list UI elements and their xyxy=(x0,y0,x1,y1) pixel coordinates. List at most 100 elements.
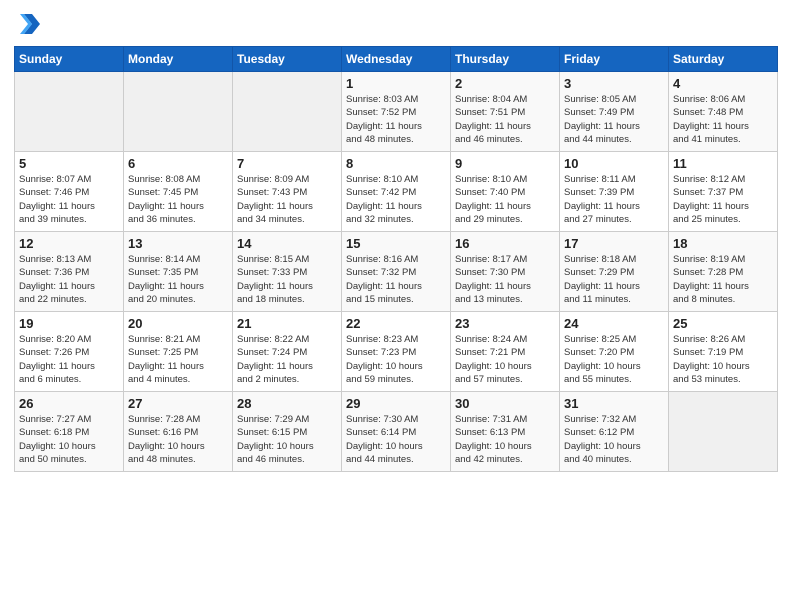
day-info: Sunrise: 7:32 AM Sunset: 6:12 PM Dayligh… xyxy=(564,413,664,466)
calendar-header-row: SundayMondayTuesdayWednesdayThursdayFrid… xyxy=(15,47,778,72)
calendar-cell: 28 Sunrise: 7:29 AM Sunset: 6:15 PM Dayli… xyxy=(233,392,342,472)
calendar-cell: 13 Sunrise: 8:14 AM Sunset: 7:35 PM Dayli… xyxy=(124,232,233,312)
logo xyxy=(14,10,46,38)
calendar-cell xyxy=(669,392,778,472)
day-info: Sunrise: 8:15 AM Sunset: 7:33 PM Dayligh… xyxy=(237,253,337,306)
day-info: Sunrise: 8:10 AM Sunset: 7:42 PM Dayligh… xyxy=(346,173,446,226)
calendar-cell: 12 Sunrise: 8:13 AM Sunset: 7:36 PM Dayli… xyxy=(15,232,124,312)
column-header-sunday: Sunday xyxy=(15,47,124,72)
calendar-cell: 3 Sunrise: 8:05 AM Sunset: 7:49 PM Daylig… xyxy=(560,72,669,152)
day-info: Sunrise: 8:06 AM Sunset: 7:48 PM Dayligh… xyxy=(673,93,773,146)
day-number: 10 xyxy=(564,156,664,171)
calendar-page: SundayMondayTuesdayWednesdayThursdayFrid… xyxy=(0,0,792,612)
calendar-cell: 18 Sunrise: 8:19 AM Sunset: 7:28 PM Dayli… xyxy=(669,232,778,312)
day-number: 20 xyxy=(128,316,228,331)
calendar-cell: 5Sunrise: 8:07 AM Sunset: 7:46 PM Daylig… xyxy=(15,152,124,232)
column-header-monday: Monday xyxy=(124,47,233,72)
day-number: 24 xyxy=(564,316,664,331)
day-info: Sunrise: 8:23 AM Sunset: 7:23 PM Dayligh… xyxy=(346,333,446,386)
calendar-cell: 22Sunrise: 8:23 AM Sunset: 7:23 PM Dayli… xyxy=(342,312,451,392)
day-info: Sunrise: 7:29 AM Sunset: 6:15 PM Dayligh… xyxy=(237,413,337,466)
day-info: Sunrise: 8:26 AM Sunset: 7:19 PM Dayligh… xyxy=(673,333,773,386)
column-header-friday: Friday xyxy=(560,47,669,72)
day-info: Sunrise: 8:24 AM Sunset: 7:21 PM Dayligh… xyxy=(455,333,555,386)
calendar-cell: 19Sunrise: 8:20 AM Sunset: 7:26 PM Dayli… xyxy=(15,312,124,392)
day-number: 9 xyxy=(455,156,555,171)
calendar-cell xyxy=(233,72,342,152)
day-number: 31 xyxy=(564,396,664,411)
calendar-cell: 20Sunrise: 8:21 AM Sunset: 7:25 PM Dayli… xyxy=(124,312,233,392)
day-info: Sunrise: 8:04 AM Sunset: 7:51 PM Dayligh… xyxy=(455,93,555,146)
day-number: 25 xyxy=(673,316,773,331)
day-number: 21 xyxy=(237,316,337,331)
day-number: 12 xyxy=(19,236,119,251)
day-info: Sunrise: 8:05 AM Sunset: 7:49 PM Dayligh… xyxy=(564,93,664,146)
day-info: Sunrise: 7:31 AM Sunset: 6:13 PM Dayligh… xyxy=(455,413,555,466)
calendar-cell: 10 Sunrise: 8:11 AM Sunset: 7:39 PM Dayli… xyxy=(560,152,669,232)
week-row-1: 1 Sunrise: 8:03 AM Sunset: 7:52 PM Daylig… xyxy=(15,72,778,152)
day-number: 11 xyxy=(673,156,773,171)
calendar-cell: 15Sunrise: 8:16 AM Sunset: 7:32 PM Dayli… xyxy=(342,232,451,312)
week-row-5: 26 Sunrise: 7:27 AM Sunset: 6:18 PM Dayli… xyxy=(15,392,778,472)
calendar-cell: 24 Sunrise: 8:25 AM Sunset: 7:20 PM Dayli… xyxy=(560,312,669,392)
day-number: 26 xyxy=(19,396,119,411)
day-number: 17 xyxy=(564,236,664,251)
day-number: 13 xyxy=(128,236,228,251)
day-number: 29 xyxy=(346,396,446,411)
day-number: 19 xyxy=(19,316,119,331)
day-info: Sunrise: 8:18 AM Sunset: 7:29 PM Dayligh… xyxy=(564,253,664,306)
day-number: 5 xyxy=(19,156,119,171)
day-info: Sunrise: 8:03 AM Sunset: 7:52 PM Dayligh… xyxy=(346,93,446,146)
calendar-cell: 21 Sunrise: 8:22 AM Sunset: 7:24 PM Dayli… xyxy=(233,312,342,392)
day-info: Sunrise: 7:30 AM Sunset: 6:14 PM Dayligh… xyxy=(346,413,446,466)
calendar-cell: 4 Sunrise: 8:06 AM Sunset: 7:48 PM Daylig… xyxy=(669,72,778,152)
day-info: Sunrise: 8:10 AM Sunset: 7:40 PM Dayligh… xyxy=(455,173,555,226)
day-number: 18 xyxy=(673,236,773,251)
calendar-cell: 7Sunrise: 8:09 AM Sunset: 7:43 PM Daylig… xyxy=(233,152,342,232)
calendar-cell: 27Sunrise: 7:28 AM Sunset: 6:16 PM Dayli… xyxy=(124,392,233,472)
day-number: 6 xyxy=(128,156,228,171)
day-number: 7 xyxy=(237,156,337,171)
column-header-saturday: Saturday xyxy=(669,47,778,72)
day-number: 2 xyxy=(455,76,555,91)
calendar-cell: 9 Sunrise: 8:10 AM Sunset: 7:40 PM Daylig… xyxy=(451,152,560,232)
calendar-cell: 25 Sunrise: 8:26 AM Sunset: 7:19 PM Dayli… xyxy=(669,312,778,392)
calendar-cell: 8 Sunrise: 8:10 AM Sunset: 7:42 PM Daylig… xyxy=(342,152,451,232)
day-info: Sunrise: 8:11 AM Sunset: 7:39 PM Dayligh… xyxy=(564,173,664,226)
day-number: 16 xyxy=(455,236,555,251)
calendar-cell: 1 Sunrise: 8:03 AM Sunset: 7:52 PM Daylig… xyxy=(342,72,451,152)
day-info: Sunrise: 8:13 AM Sunset: 7:36 PM Dayligh… xyxy=(19,253,119,306)
column-header-tuesday: Tuesday xyxy=(233,47,342,72)
calendar-cell: 16 Sunrise: 8:17 AM Sunset: 7:30 PM Dayli… xyxy=(451,232,560,312)
calendar-cell: 31 Sunrise: 7:32 AM Sunset: 6:12 PM Dayli… xyxy=(560,392,669,472)
column-header-wednesday: Wednesday xyxy=(342,47,451,72)
calendar-cell xyxy=(15,72,124,152)
day-info: Sunrise: 8:25 AM Sunset: 7:20 PM Dayligh… xyxy=(564,333,664,386)
day-info: Sunrise: 7:27 AM Sunset: 6:18 PM Dayligh… xyxy=(19,413,119,466)
calendar-cell: 14 Sunrise: 8:15 AM Sunset: 7:33 PM Dayli… xyxy=(233,232,342,312)
calendar-cell: 17 Sunrise: 8:18 AM Sunset: 7:29 PM Dayli… xyxy=(560,232,669,312)
header xyxy=(14,10,778,38)
day-number: 1 xyxy=(346,76,446,91)
calendar-cell: 30 Sunrise: 7:31 AM Sunset: 6:13 PM Dayli… xyxy=(451,392,560,472)
calendar-cell: 26 Sunrise: 7:27 AM Sunset: 6:18 PM Dayli… xyxy=(15,392,124,472)
calendar-cell: 23Sunrise: 8:24 AM Sunset: 7:21 PM Dayli… xyxy=(451,312,560,392)
day-info: Sunrise: 8:17 AM Sunset: 7:30 PM Dayligh… xyxy=(455,253,555,306)
week-row-2: 5Sunrise: 8:07 AM Sunset: 7:46 PM Daylig… xyxy=(15,152,778,232)
day-info: Sunrise: 8:22 AM Sunset: 7:24 PM Dayligh… xyxy=(237,333,337,386)
week-row-4: 19Sunrise: 8:20 AM Sunset: 7:26 PM Dayli… xyxy=(15,312,778,392)
day-number: 4 xyxy=(673,76,773,91)
day-number: 30 xyxy=(455,396,555,411)
day-number: 28 xyxy=(237,396,337,411)
day-info: Sunrise: 8:14 AM Sunset: 7:35 PM Dayligh… xyxy=(128,253,228,306)
day-number: 3 xyxy=(564,76,664,91)
calendar-cell: 2 Sunrise: 8:04 AM Sunset: 7:51 PM Daylig… xyxy=(451,72,560,152)
day-info: Sunrise: 8:19 AM Sunset: 7:28 PM Dayligh… xyxy=(673,253,773,306)
day-number: 14 xyxy=(237,236,337,251)
day-number: 15 xyxy=(346,236,446,251)
day-info: Sunrise: 8:12 AM Sunset: 7:37 PM Dayligh… xyxy=(673,173,773,226)
day-info: Sunrise: 7:28 AM Sunset: 6:16 PM Dayligh… xyxy=(128,413,228,466)
calendar-cell: 6 Sunrise: 8:08 AM Sunset: 7:45 PM Daylig… xyxy=(124,152,233,232)
day-number: 8 xyxy=(346,156,446,171)
day-info: Sunrise: 8:08 AM Sunset: 7:45 PM Dayligh… xyxy=(128,173,228,226)
